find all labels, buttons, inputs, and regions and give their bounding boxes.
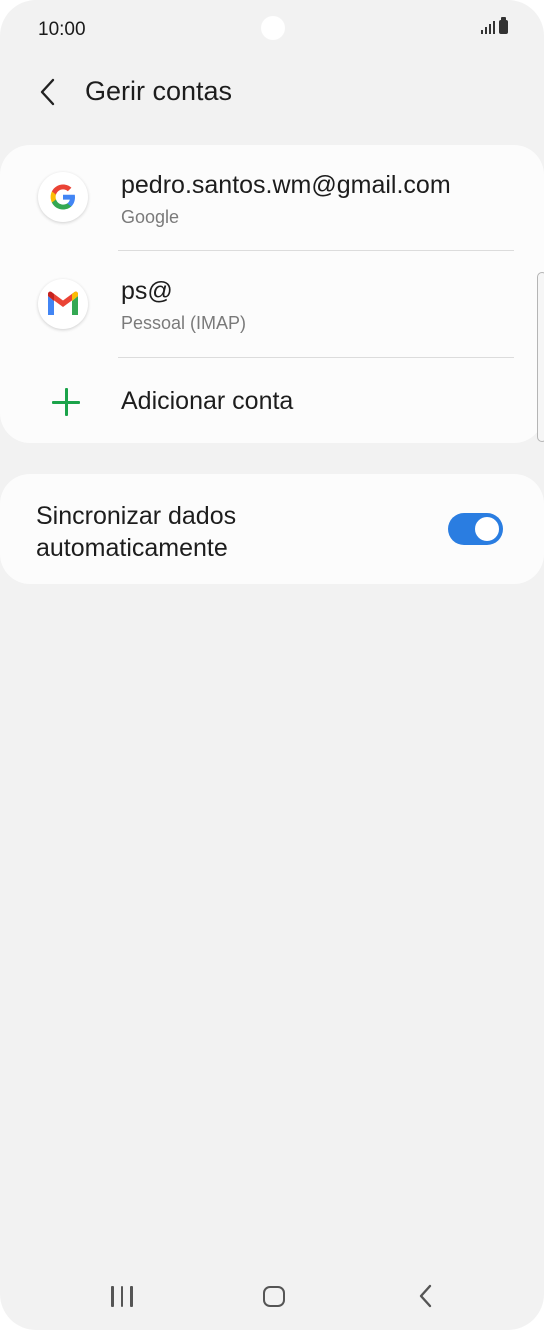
google-icon	[38, 172, 88, 222]
gmail-icon	[38, 279, 88, 329]
top-bar: Gerir contas	[0, 62, 544, 122]
nav-back-button[interactable]	[396, 1272, 456, 1320]
accounts-card: pedro.santos.wm@gmail.com Google ps@ Pes…	[0, 145, 544, 443]
back-button[interactable]	[28, 72, 68, 112]
sync-toggle[interactable]	[448, 513, 503, 545]
recents-icon	[111, 1285, 133, 1307]
recents-button[interactable]	[92, 1272, 152, 1320]
back-icon	[419, 1284, 432, 1308]
account-item-google[interactable]: pedro.santos.wm@gmail.com Google	[0, 145, 544, 251]
page-title: Gerir contas	[85, 76, 233, 106]
account-name: ps@	[121, 277, 173, 305]
plus-icon	[52, 388, 80, 416]
status-bar: 10:00	[0, 0, 544, 60]
account-type: Pessoal (IMAP)	[121, 313, 247, 333]
status-time: 10:00	[38, 19, 86, 40]
sync-label: Sincronizar dados automaticamente	[36, 502, 237, 562]
battery-icon	[499, 17, 508, 34]
home-button[interactable]	[244, 1272, 304, 1320]
toggle-knob	[473, 515, 501, 543]
signal-icon	[481, 20, 495, 34]
add-account-label: Adicionar conta	[121, 387, 294, 415]
home-icon	[263, 1285, 285, 1307]
account-name: pedro.santos.wm@gmail.com	[121, 171, 451, 199]
add-account-button[interactable]: Adicionar conta	[0, 357, 544, 443]
status-icons	[481, 17, 508, 34]
account-item-imap[interactable]: ps@ Pessoal (IMAP)	[0, 251, 544, 357]
chevron-left-icon	[40, 78, 55, 106]
camera-cutout	[261, 16, 285, 40]
phone-screen: 10:00 Gerir contas pedro.santos.wm@gmail…	[0, 0, 544, 1330]
scroll-handle[interactable]	[537, 272, 544, 442]
navigation-bar	[0, 1262, 544, 1330]
sync-card[interactable]: Sincronizar dados automaticamente	[0, 474, 544, 584]
account-type: Google	[121, 207, 180, 227]
